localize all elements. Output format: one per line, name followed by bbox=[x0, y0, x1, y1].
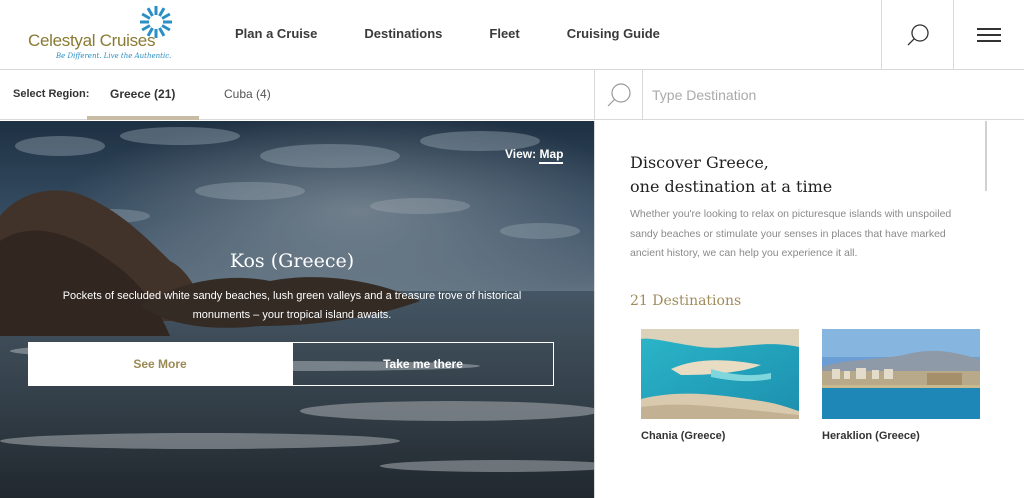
nav-cruising-guide[interactable]: Cruising Guide bbox=[567, 26, 660, 41]
destination-search-input[interactable] bbox=[652, 83, 1012, 107]
hero-destination: View: Map Kos (Greece) Pockets of seclud… bbox=[0, 121, 594, 498]
destination-card-name: Heraklion (Greece) bbox=[822, 430, 920, 442]
logo-tagline: Be Different. Live the Authentic. bbox=[56, 52, 172, 60]
destination-count: 21 Destinations bbox=[630, 293, 742, 309]
celestyal-logo[interactable]: Celestyal Cruises Be Different. Live the… bbox=[26, 4, 176, 64]
take-me-there-button[interactable]: Take me there bbox=[292, 342, 554, 386]
panel-heading: Discover Greece, one destination at a ti… bbox=[630, 151, 832, 199]
panel-heading-line-1: Discover Greece, bbox=[630, 153, 769, 172]
tab-greece[interactable]: Greece (21) bbox=[110, 87, 175, 101]
view-toggle: View: Map bbox=[505, 147, 564, 164]
main-nav: Plan a Cruise Destinations Fleet Cruisin… bbox=[235, 26, 707, 41]
nav-destinations[interactable]: Destinations bbox=[364, 26, 442, 41]
chania-image bbox=[641, 329, 799, 419]
panel-description: Whether you're looking to relax on pictu… bbox=[630, 208, 952, 259]
site-header: Celestyal Cruises Be Different. Live the… bbox=[0, 0, 1024, 70]
search-icon bbox=[907, 24, 929, 46]
nav-fleet[interactable]: Fleet bbox=[489, 26, 519, 41]
region-label: Select Region: bbox=[13, 88, 90, 100]
view-label: View: bbox=[505, 147, 537, 161]
destination-search bbox=[594, 70, 1024, 120]
hero-description: Pockets of secluded white sandy beaches,… bbox=[62, 290, 522, 321]
panel-heading-line-2: one destination at a time bbox=[630, 177, 833, 196]
region-selector: Select Region: Greece (21) Cuba (4) bbox=[0, 70, 594, 120]
hamburger-menu-button[interactable] bbox=[953, 0, 1024, 70]
see-more-button[interactable]: See More bbox=[28, 342, 292, 386]
tab-cuba[interactable]: Cuba (4) bbox=[224, 87, 271, 101]
hero-title: Kos (Greece) bbox=[229, 250, 355, 272]
active-tab-indicator bbox=[87, 116, 199, 120]
scrollbar[interactable] bbox=[985, 121, 987, 191]
destination-card-chania[interactable]: Chania (Greece) bbox=[641, 329, 799, 442]
view-map-link[interactable]: Map bbox=[539, 147, 564, 164]
destination-card-heraklion[interactable]: Heraklion (Greece) bbox=[822, 329, 980, 442]
header-search-button[interactable] bbox=[881, 0, 953, 70]
destination-card-name: Chania (Greece) bbox=[641, 430, 726, 442]
heraklion-image bbox=[822, 329, 980, 419]
logo-wordmark: Celestyal Cruises bbox=[28, 31, 156, 50]
destinations-panel: Discover Greece, one destination at a ti… bbox=[594, 121, 1024, 498]
hamburger-menu-icon bbox=[977, 24, 1001, 46]
nav-plan-a-cruise[interactable]: Plan a Cruise bbox=[235, 26, 317, 41]
destination-search-button[interactable] bbox=[595, 70, 643, 119]
search-icon bbox=[607, 82, 631, 106]
